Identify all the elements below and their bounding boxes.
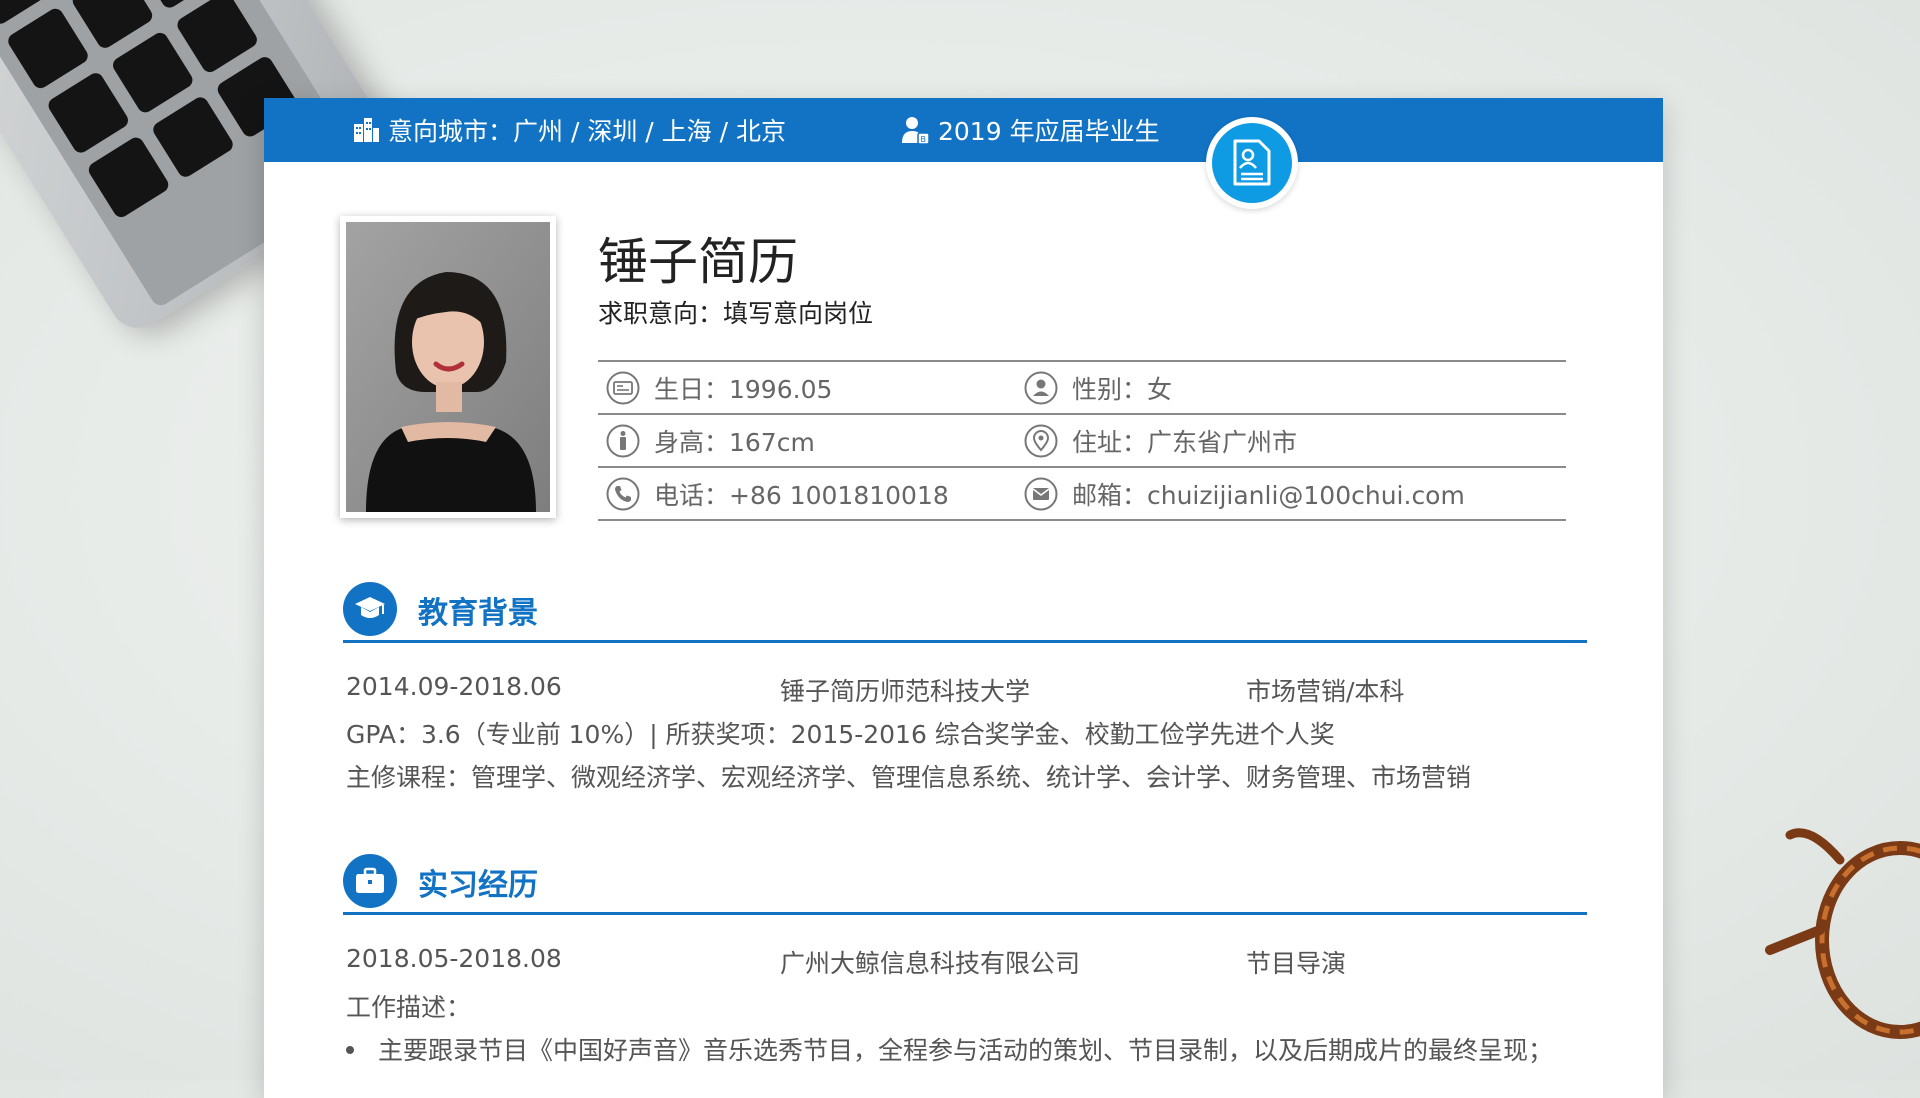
gender-cell: 性别：女 bbox=[1024, 362, 1172, 413]
person-height-icon bbox=[606, 424, 640, 457]
svg-text:B: B bbox=[921, 135, 927, 144]
internship-title: 实习经历 bbox=[418, 868, 538, 903]
email-text: 邮箱：chuizijianli@100chui.com bbox=[1072, 480, 1465, 510]
height-cell: 身高：167cm bbox=[606, 415, 815, 466]
laptop-key bbox=[45, 70, 131, 156]
education-courses: 主修课程：管理学、微观经济学、宏观经济学、管理信息系统、统计学、会计学、财务管理… bbox=[346, 763, 1472, 792]
internship-period: 2018.05-2018.08 bbox=[346, 944, 562, 973]
bullet-dot bbox=[346, 1046, 354, 1054]
gender-text: 性别：女 bbox=[1072, 374, 1173, 404]
job-intent: 求职意向：填写意向岗位 bbox=[598, 299, 874, 328]
resume-badge bbox=[1206, 117, 1298, 209]
graduation-label: 2019 年应届毕业生 bbox=[938, 117, 1160, 146]
email-cell: 邮箱：chuizijianli@100chui.com bbox=[1024, 468, 1465, 519]
education-title: 教育背景 bbox=[418, 596, 538, 631]
badge-inner bbox=[1212, 123, 1292, 203]
user-badge-icon: B bbox=[902, 117, 930, 145]
graduation-cap-icon bbox=[355, 597, 385, 618]
phone-text: 电话：+86 1001810018 bbox=[654, 480, 949, 510]
work-description-label: 工作描述： bbox=[346, 993, 472, 1022]
internship-icon-circle bbox=[343, 854, 397, 908]
laptop-key bbox=[174, 0, 260, 76]
birthday-cell: 生日：1996.05 bbox=[606, 362, 832, 413]
birthday-text: 生日：1996.05 bbox=[654, 374, 833, 404]
mail-icon bbox=[1024, 477, 1058, 510]
buildings-icon bbox=[354, 118, 379, 142]
location-pin-icon bbox=[1024, 424, 1058, 457]
info-row: 生日：1996.05 性别：女 bbox=[598, 360, 1566, 413]
user-icon bbox=[1024, 371, 1058, 404]
address-text: 住址：广东省广州市 bbox=[1072, 427, 1298, 457]
internship-section-header: 实习经历 bbox=[343, 852, 1587, 915]
address-cell: 住址：广东省广州市 bbox=[1024, 415, 1297, 466]
education-school: 锤子简历师范科技大学 bbox=[780, 677, 1031, 706]
resume-header-bar: 意向城市：广州 / 深圳 / 上海 / 北京 B 2019 年应届毕业生 bbox=[264, 98, 1663, 162]
city-label: 意向城市：广州 / 深圳 / 上海 / 北京 bbox=[388, 117, 786, 146]
work-bullet-item: 主要跟录节目《中国好声音》音乐选秀节目，全程参与活动的策划、节目录制，以及后期成… bbox=[378, 1036, 1554, 1065]
portrait-image bbox=[346, 222, 550, 512]
education-icon-circle bbox=[343, 582, 397, 636]
phone-cell: 电话：+86 1001810018 bbox=[606, 468, 949, 519]
laptop-key bbox=[110, 29, 196, 116]
info-row: 电话：+86 1001810018 邮箱：chuizijianli@100chu… bbox=[598, 466, 1566, 521]
candidate-name: 锤子简历 bbox=[598, 233, 798, 291]
internship-role: 节目导演 bbox=[1246, 949, 1347, 978]
education-major: 市场营销/本科 bbox=[1246, 677, 1405, 706]
education-period: 2014.09-2018.06 bbox=[346, 672, 562, 701]
internship-company: 广州大鲸信息科技有限公司 bbox=[780, 949, 1081, 978]
profile-photo bbox=[340, 216, 556, 518]
height-text: 身高：167cm bbox=[654, 427, 815, 457]
education-section-header: 教育背景 bbox=[343, 580, 1587, 643]
id-card-icon bbox=[606, 371, 640, 404]
resume-document-icon bbox=[1233, 139, 1271, 186]
info-row: 身高：167cm 住址：广东省广州市 bbox=[598, 413, 1566, 466]
glasses-decoration bbox=[1765, 828, 1920, 1039]
city-item: 意向城市：广州 / 深圳 / 上海 / 北京 bbox=[352, 98, 786, 162]
laptop-key bbox=[85, 134, 172, 221]
laptop-key bbox=[5, 5, 91, 92]
education-gpa: GPA：3.6（专业前 10%）| 所获奖项：2015-2016 综合奖学金、校… bbox=[346, 720, 1335, 749]
phone-icon bbox=[606, 477, 640, 510]
briefcase-icon bbox=[356, 867, 384, 893]
graduation-item: B 2019 年应届毕业生 bbox=[900, 98, 1160, 162]
personal-info-table: 生日：1996.05 性别：女 身高：167cm 住址：广东省广州市 电话：+8… bbox=[598, 360, 1566, 521]
laptop-key bbox=[150, 94, 236, 180]
